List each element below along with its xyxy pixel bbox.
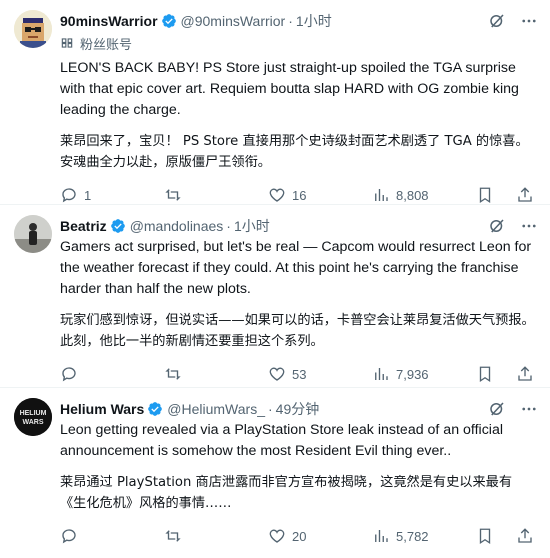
repost-button[interactable]: [164, 365, 224, 383]
more-options-icon[interactable]: [520, 217, 538, 235]
tweet-secondary-actions: [476, 527, 534, 545]
tweet-text: Leon getting revealed via a PlayStation …: [60, 422, 503, 459]
tweet-feed: 90minsWarrior @90minsWarrior · 1小时 粉丝账号 …: [0, 0, 550, 545]
heart-icon: [269, 367, 285, 381]
share-icon[interactable]: [516, 365, 534, 383]
reply-button[interactable]: [60, 527, 120, 545]
verified-badge-icon: [147, 401, 163, 417]
bookmark-icon[interactable]: [476, 186, 494, 204]
separator-dot: ·: [268, 401, 273, 417]
pixel-avatar-icon: [14, 10, 52, 48]
handle[interactable]: @90minsWarrior: [181, 13, 286, 29]
tweet-secondary-actions: [476, 186, 534, 204]
separator-dot: ·: [226, 218, 231, 234]
tweet-secondary-actions: [476, 365, 534, 383]
tweet-3[interactable]: HELIUM WARS Helium Wars @HeliumWars_ · 4…: [0, 388, 550, 545]
views-button[interactable]: 5,782: [372, 527, 432, 545]
grok-icon[interactable]: [488, 12, 506, 30]
tweet-header-actions: [488, 400, 538, 418]
person-photo-avatar-icon: [14, 215, 52, 253]
share-icon[interactable]: [516, 186, 534, 204]
tweet-translation: 莱昂回来了，宝贝！ PS Store 直接用那个史诗级封面艺术剧透了 TGA 的…: [60, 134, 529, 170]
heart-icon: [269, 188, 285, 202]
repost-button[interactable]: [164, 186, 224, 204]
handle[interactable]: @HeliumWars_: [167, 401, 265, 417]
tweet-header: Beatriz @mandolinaes · 1小时: [60, 215, 538, 237]
more-options-icon[interactable]: [520, 400, 538, 418]
svg-text:WARS: WARS: [23, 419, 44, 426]
tweet-header: Helium Wars @HeliumWars_ · 49分钟: [60, 398, 538, 420]
tweet-text: Gamers act surprised, but let's be real …: [60, 239, 532, 297]
tweet-translation: 玩家们感到惊讶，但说实话——如果可以的话，卡普空会让莱昂复活做天气预报。此刻，他…: [60, 313, 535, 349]
reply-button[interactable]: [60, 365, 120, 383]
share-icon[interactable]: [516, 527, 534, 545]
like-button[interactable]: 16: [268, 186, 328, 204]
fan-account-label: 粉丝账号: [60, 34, 538, 52]
tweet-translation: 莱昂通过 PlayStation 商店泄露而非官方宣布被揭晓，这竟然是有史以来最…: [60, 475, 513, 511]
fan-account-icon: [60, 36, 74, 50]
view-count: 8,808: [396, 187, 429, 203]
grok-icon[interactable]: [488, 217, 506, 235]
verified-badge-icon: [110, 218, 126, 234]
like-count: 53: [292, 366, 307, 382]
timestamp[interactable]: 1小时: [234, 216, 270, 236]
tweet-header: 90minsWarrior @90minsWarrior · 1小时: [60, 10, 538, 32]
display-name[interactable]: Beatriz: [60, 218, 107, 234]
repost-button[interactable]: [164, 527, 224, 545]
helium-wars-logo-icon: HELIUM WARS: [14, 398, 52, 436]
reply-icon: [62, 188, 76, 203]
timestamp[interactable]: 49分钟: [276, 399, 320, 419]
views-button[interactable]: 7,936: [372, 365, 432, 383]
grok-icon[interactable]: [488, 400, 506, 418]
reply-icon: [62, 529, 76, 544]
tweet-2[interactable]: Beatriz @mandolinaes · 1小时 Gamers act su…: [0, 205, 550, 388]
handle[interactable]: @mandolinaes: [130, 218, 224, 234]
svg-text:HELIUM: HELIUM: [20, 410, 47, 417]
views-chart-icon: [375, 189, 388, 201]
views-chart-icon: [375, 530, 388, 542]
separator-dot: ·: [288, 13, 293, 29]
view-count: 7,936: [396, 366, 429, 382]
views-chart-icon: [375, 368, 388, 380]
tweet-header-actions: [488, 12, 538, 30]
display-name[interactable]: 90minsWarrior: [60, 13, 158, 29]
timestamp[interactable]: 1小时: [296, 11, 332, 31]
avatar-heliumwars[interactable]: HELIUM WARS: [14, 398, 52, 436]
bookmark-icon[interactable]: [476, 527, 494, 545]
avatar-90minswarrior[interactable]: [14, 10, 52, 48]
repost-icon: [165, 368, 181, 380]
like-button[interactable]: 53: [268, 365, 328, 383]
like-count: 16: [292, 187, 307, 203]
reply-icon: [62, 367, 76, 382]
tweet-text: LEON'S BACK BABY! PS Store just straight…: [60, 60, 519, 118]
more-options-icon[interactable]: [520, 12, 538, 30]
repost-icon: [165, 189, 181, 201]
tweet-1[interactable]: 90minsWarrior @90minsWarrior · 1小时 粉丝账号 …: [0, 0, 550, 205]
reply-count: 1: [84, 187, 92, 203]
tweet-actions: 20 5,782: [60, 514, 538, 558]
display-name[interactable]: Helium Wars: [60, 401, 144, 417]
reply-button[interactable]: 1: [60, 186, 120, 204]
like-count: 20: [292, 528, 307, 544]
tweet-header-actions: [488, 217, 538, 235]
like-button[interactable]: 20: [268, 527, 328, 545]
heart-icon: [269, 529, 285, 543]
view-count: 5,782: [396, 528, 429, 544]
fan-account-text: 粉丝账号: [80, 36, 133, 52]
avatar-beatriz[interactable]: [14, 215, 52, 253]
views-button[interactable]: 8,808: [372, 186, 432, 204]
repost-icon: [165, 530, 181, 542]
bookmark-icon[interactable]: [476, 365, 494, 383]
verified-badge-icon: [161, 13, 177, 29]
